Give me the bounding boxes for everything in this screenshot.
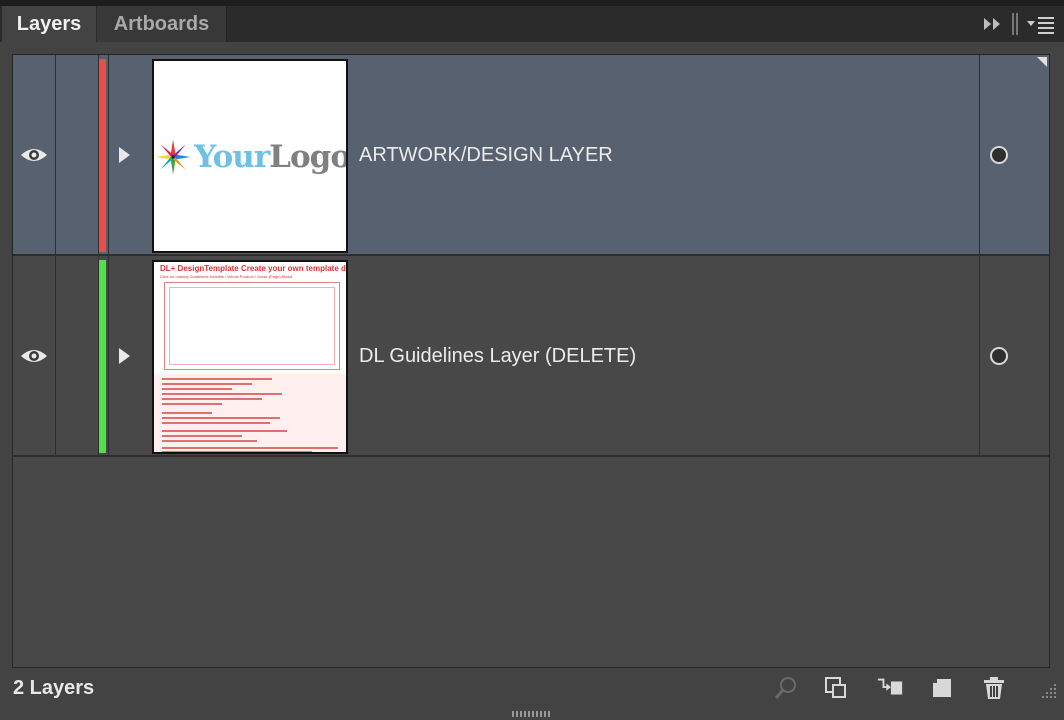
panel-footer: 2 Layers bbox=[0, 668, 1064, 710]
visibility-toggle[interactable] bbox=[13, 256, 56, 455]
collapse-panel-icon[interactable] bbox=[980, 14, 1006, 34]
compass-star-icon bbox=[155, 139, 191, 175]
guideline-subtitle: Click for making Guidelines Invisible / … bbox=[160, 274, 293, 279]
tab-artboards[interactable]: Artboards bbox=[97, 6, 227, 42]
resize-grip-icon[interactable] bbox=[1040, 682, 1058, 700]
layer-thumbnail: DL+ DesignTemplate Create your own templ… bbox=[152, 260, 348, 454]
make-clipping-mask-icon[interactable] bbox=[822, 674, 850, 702]
guideline-notes bbox=[154, 374, 346, 452]
eye-icon bbox=[21, 148, 47, 161]
panel-separator-icon bbox=[1012, 13, 1018, 35]
lock-toggle[interactable] bbox=[56, 55, 99, 254]
logo-text-logo: Logo bbox=[269, 139, 348, 175]
panel-menu-icon[interactable] bbox=[1026, 14, 1056, 34]
selection-indicator bbox=[1037, 57, 1047, 67]
delete-layer-icon[interactable] bbox=[980, 674, 1008, 702]
panel-drag-handle[interactable] bbox=[512, 711, 550, 717]
column-divider bbox=[979, 256, 980, 455]
visibility-toggle[interactable] bbox=[13, 55, 56, 254]
layer-name[interactable]: ARTWORK/DESIGN LAYER bbox=[359, 142, 613, 168]
tab-layers[interactable]: Layers bbox=[2, 6, 96, 42]
guideline-box bbox=[164, 282, 340, 370]
logo-text-your: Your bbox=[194, 139, 270, 175]
layer-color-bar bbox=[99, 260, 106, 453]
column-divider bbox=[979, 55, 980, 254]
your-logo: YourLogo bbox=[154, 133, 348, 181]
layer-row-artwork[interactable]: YourLogo ARTWORK/DESIGN LAYER bbox=[13, 55, 1049, 256]
create-sublayer-icon[interactable] bbox=[876, 674, 904, 702]
locate-object-icon[interactable] bbox=[772, 674, 800, 702]
column-divider bbox=[108, 55, 109, 254]
layer-count: 2 Layers bbox=[13, 677, 95, 699]
panel-tab-bar: Layers Artboards bbox=[0, 0, 1064, 42]
layer-color-bar bbox=[99, 59, 106, 252]
lock-toggle[interactable] bbox=[56, 256, 99, 455]
expand-triangle-icon[interactable] bbox=[119, 347, 130, 364]
layer-thumbnail: YourLogo bbox=[152, 59, 348, 253]
expand-triangle-icon[interactable] bbox=[119, 146, 130, 163]
guideline-title: DL+ DesignTemplate Create your own templ… bbox=[160, 264, 346, 273]
layer-row-guidelines[interactable]: DL+ DesignTemplate Create your own templ… bbox=[13, 256, 1049, 457]
column-divider bbox=[108, 256, 109, 455]
layer-name[interactable]: DL Guidelines Layer (DELETE) bbox=[359, 343, 636, 369]
tabbar-controls bbox=[980, 6, 1064, 42]
target-circle-icon[interactable] bbox=[990, 346, 1008, 365]
create-new-layer-icon[interactable] bbox=[928, 674, 956, 702]
target-circle-icon[interactable] bbox=[990, 145, 1008, 164]
eye-icon bbox=[21, 349, 47, 362]
layers-list: YourLogo ARTWORK/DESIGN LAYER DL+ Design… bbox=[12, 54, 1050, 668]
